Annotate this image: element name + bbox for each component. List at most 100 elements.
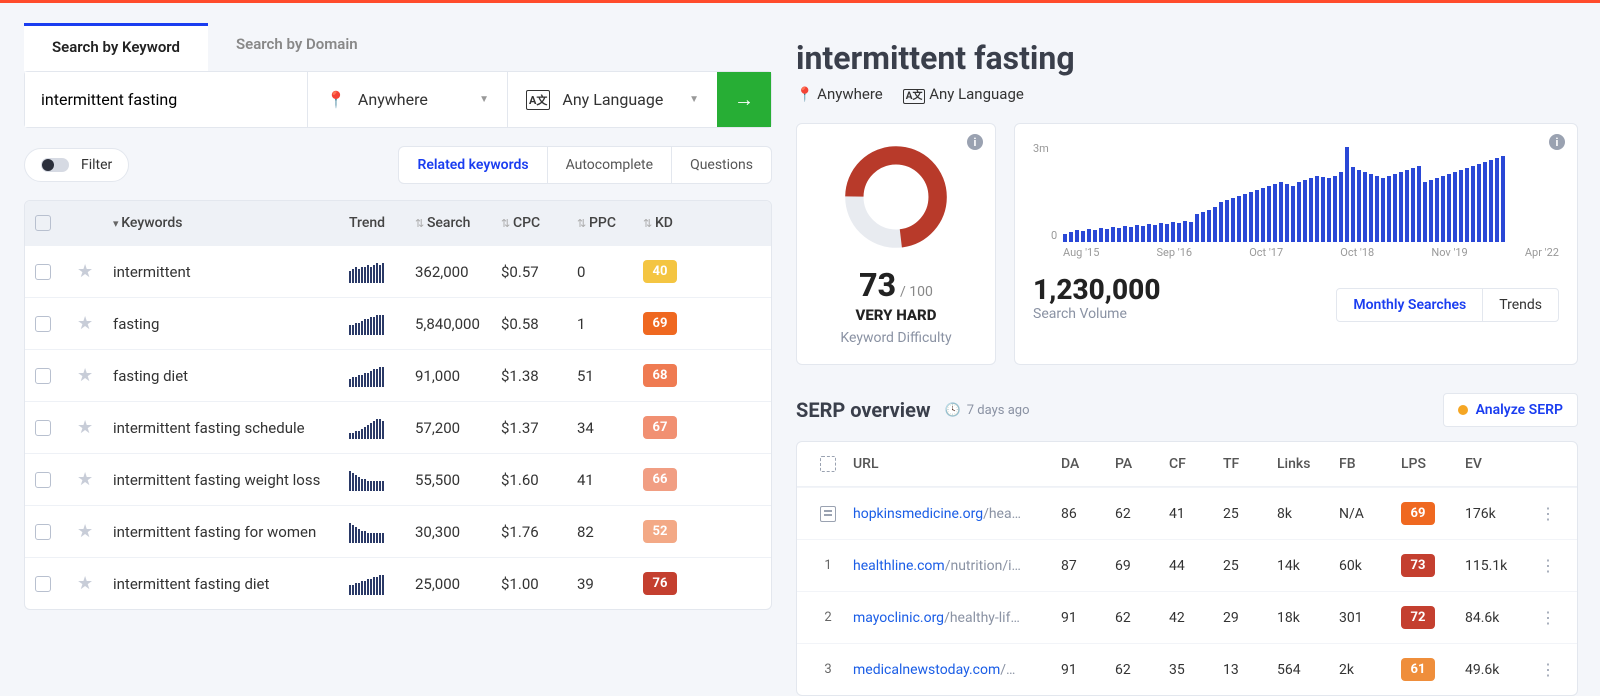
star-icon[interactable]: ★ — [77, 521, 107, 542]
serp-row[interactable]: hopkinsmedicine.org/hea… 86 62 41 25 8k … — [797, 487, 1577, 539]
scol-url[interactable]: URL — [853, 456, 1053, 472]
row-menu-icon[interactable]: ⋮ — [1533, 608, 1563, 627]
table-row[interactable]: ★ intermittent fasting diet 25,000 $1.00… — [25, 557, 771, 609]
seg-trends[interactable]: Trends — [1482, 289, 1558, 321]
serp-url[interactable]: hopkinsmedicine.org/hea… — [853, 506, 1053, 522]
star-icon[interactable]: ★ — [77, 313, 107, 334]
language-select[interactable]: A文 Any Language ▼ — [507, 72, 717, 127]
table-row[interactable]: ★ intermittent 362,000 $0.57 0 40 — [25, 245, 771, 297]
difficulty-donut-chart — [841, 142, 951, 252]
scol-fb[interactable]: FB — [1339, 456, 1393, 472]
tf-cell: 25 — [1223, 558, 1269, 574]
star-icon[interactable]: ★ — [77, 573, 107, 594]
keyword-input[interactable] — [25, 72, 307, 127]
scol-links[interactable]: Links — [1277, 456, 1331, 472]
trend-sparkline — [349, 573, 409, 595]
search-cell: 57,200 — [415, 419, 495, 437]
serp-position: 1 — [811, 558, 845, 573]
ppc-cell: 0 — [577, 263, 637, 281]
row-checkbox[interactable] — [35, 368, 51, 384]
arrow-right-icon: → — [734, 87, 754, 112]
row-menu-icon[interactable]: ⋮ — [1533, 660, 1563, 679]
serp-row[interactable]: 3 medicalnewstoday.com/… 91 62 35 13 564… — [797, 643, 1577, 695]
row-menu-icon[interactable]: ⋮ — [1533, 556, 1563, 575]
scol-lps[interactable]: LPS — [1401, 456, 1457, 472]
tf-cell: 25 — [1223, 506, 1269, 522]
chevron-down-icon: ▼ — [479, 94, 489, 105]
col-search[interactable]: Search — [415, 215, 495, 231]
ev-cell: 176k — [1465, 506, 1525, 522]
subtab-autocomplete[interactable]: Autocomplete — [547, 147, 672, 183]
serp-url[interactable]: medicalnewstoday.com/… — [853, 662, 1053, 678]
seg-monthly[interactable]: Monthly Searches — [1337, 289, 1482, 321]
table-row[interactable]: ★ intermittent fasting weight loss 55,50… — [25, 453, 771, 505]
row-checkbox[interactable] — [35, 472, 51, 488]
scol-cf[interactable]: CF — [1169, 456, 1215, 472]
table-row[interactable]: ★ fasting 5,840,000 $0.58 1 69 — [25, 297, 771, 349]
links-cell: 18k — [1277, 610, 1331, 626]
row-checkbox[interactable] — [35, 316, 51, 332]
links-cell: 14k — [1277, 558, 1331, 574]
col-kd[interactable]: KD — [643, 215, 713, 231]
star-icon[interactable]: ★ — [77, 365, 107, 386]
subtab-related[interactable]: Related keywords — [399, 147, 546, 183]
col-cpc[interactable]: CPC — [501, 215, 571, 231]
cpc-cell: $0.58 — [501, 315, 571, 333]
kd-badge: 76 — [643, 572, 677, 595]
star-icon[interactable]: ★ — [77, 261, 107, 282]
ppc-cell: 1 — [577, 315, 637, 333]
scol-ev[interactable]: EV — [1465, 456, 1525, 472]
serp-updated: 🕓 7 days ago — [945, 403, 1030, 418]
tab-search-keyword[interactable]: Search by Keyword — [24, 23, 208, 71]
row-checkbox[interactable] — [35, 420, 51, 436]
info-icon[interactable]: i — [967, 134, 983, 150]
filter-toggle[interactable]: Filter — [24, 148, 129, 182]
serp-url[interactable]: mayoclinic.org/healthy-lif… — [853, 610, 1053, 626]
analyze-serp-button[interactable]: Analyze SERP — [1443, 393, 1578, 427]
subtab-questions[interactable]: Questions — [671, 147, 771, 183]
lps-badge: 61 — [1401, 658, 1435, 681]
expand-icon[interactable] — [820, 456, 836, 472]
lps-badge: 69 — [1401, 502, 1435, 525]
volume-bar-chart: 3m 0 — [1033, 142, 1559, 242]
table-row[interactable]: ★ intermittent fasting for women 30,300 … — [25, 505, 771, 557]
scol-da[interactable]: DA — [1061, 456, 1107, 472]
table-row[interactable]: ★ intermittent fasting schedule 57,200 $… — [25, 401, 771, 453]
trend-sparkline — [349, 261, 409, 283]
location-select[interactable]: 📍 Anywhere ▼ — [307, 72, 507, 127]
kd-badge: 52 — [643, 520, 677, 543]
col-trend[interactable]: Trend — [349, 215, 409, 231]
keyword-cell: intermittent fasting schedule — [113, 419, 343, 437]
serp-row[interactable]: 1 healthline.com/nutrition/i… 87 69 44 2… — [797, 539, 1577, 591]
serp-table: URL DA PA CF TF Links FB LPS EV hopkinsm… — [796, 441, 1578, 696]
scol-pa[interactable]: PA — [1115, 456, 1161, 472]
kd-badge: 68 — [643, 364, 677, 387]
fb-cell: N/A — [1339, 506, 1393, 522]
da-cell: 91 — [1061, 662, 1107, 678]
tf-cell: 29 — [1223, 610, 1269, 626]
scol-tf[interactable]: TF — [1223, 456, 1269, 472]
serp-row[interactable]: 2 mayoclinic.org/healthy-lif… 91 62 42 2… — [797, 591, 1577, 643]
kd-badge: 40 — [643, 260, 677, 283]
cpc-cell: $1.76 — [501, 523, 571, 541]
star-icon[interactable]: ★ — [77, 469, 107, 490]
star-icon[interactable]: ★ — [77, 417, 107, 438]
location-display: 📍 Anywhere — [796, 85, 883, 103]
row-checkbox[interactable] — [35, 264, 51, 280]
col-keywords[interactable]: Keywords — [113, 215, 343, 231]
search-cell: 91,000 — [415, 367, 495, 385]
tab-search-domain[interactable]: Search by Domain — [208, 23, 386, 71]
select-all-checkbox[interactable] — [35, 215, 51, 231]
row-menu-icon[interactable]: ⋮ — [1533, 504, 1563, 523]
serp-url[interactable]: healthline.com/nutrition/i… — [853, 558, 1053, 574]
pa-cell: 62 — [1115, 610, 1161, 626]
table-row[interactable]: ★ fasting diet 91,000 $1.38 51 68 — [25, 349, 771, 401]
search-button[interactable]: → — [717, 72, 771, 127]
row-checkbox[interactable] — [35, 524, 51, 540]
kd-badge: 66 — [643, 468, 677, 491]
col-ppc[interactable]: PPC — [577, 215, 637, 231]
trend-sparkline — [349, 365, 409, 387]
location-value: Anywhere — [358, 90, 428, 109]
row-checkbox[interactable] — [35, 576, 51, 592]
dot-icon — [1458, 405, 1468, 415]
